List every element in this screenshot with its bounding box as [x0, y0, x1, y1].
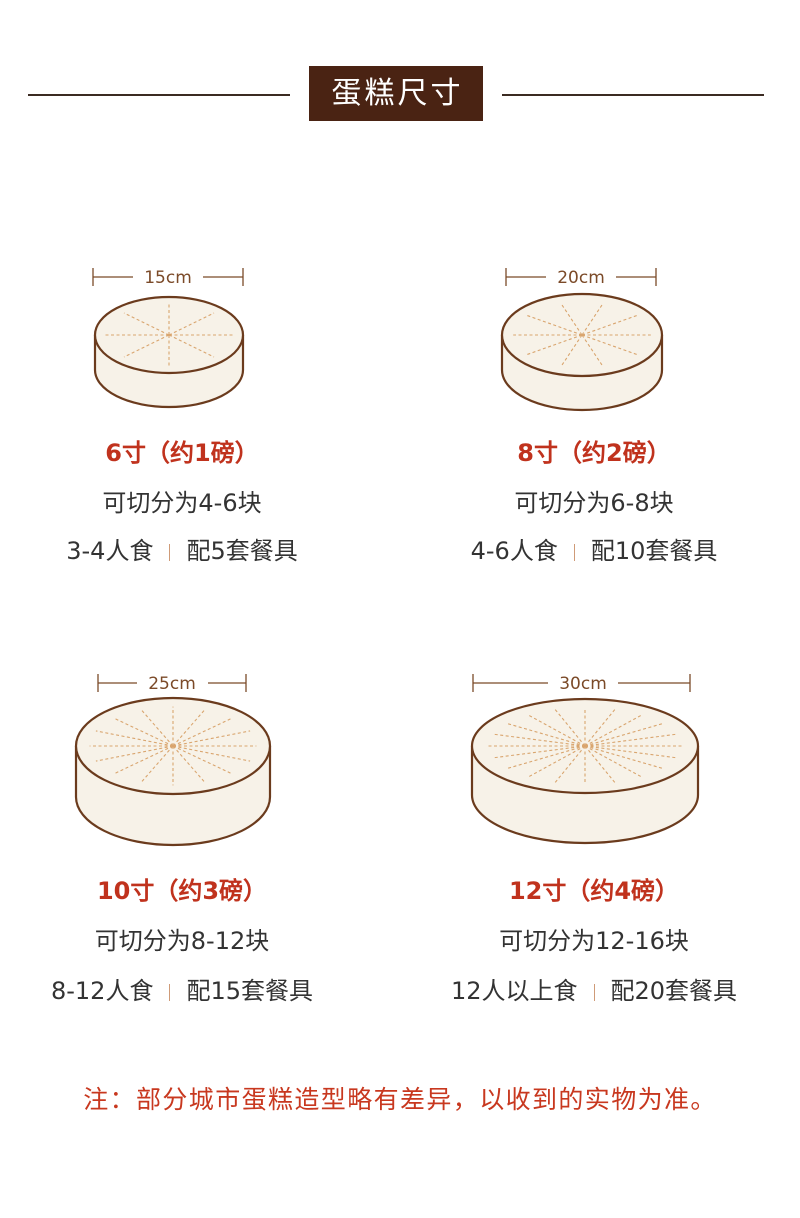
- diameter-dimension: 20cm: [505, 268, 657, 288]
- header-rule-right: [502, 94, 764, 96]
- disclaimer-note: 注：部分城市蛋糕造型略有差异，以收到的实物为准。: [83, 1085, 717, 1114]
- cake-size-label: 10寸（约3磅）: [96, 877, 268, 905]
- cake-servings: 4-6人食: [470, 537, 558, 565]
- diameter-dimension: 15cm: [92, 268, 244, 288]
- cake-servings: 8-12人食: [50, 977, 154, 1005]
- cake-diagram-8inch: 20cm: [500, 268, 664, 412]
- cake-portions: 可切分为8-12块: [94, 927, 270, 955]
- cake-cutlery: 配20套餐具: [610, 977, 738, 1005]
- diameter-label: 20cm: [557, 268, 605, 288]
- cake-size-label: 6寸（约1磅）: [105, 439, 259, 467]
- diameter-dimension: 25cm: [97, 674, 247, 694]
- cake-portions: 可切分为4-6块: [102, 489, 262, 517]
- separator: [169, 544, 171, 561]
- section-title: 蛋糕尺寸: [331, 76, 464, 111]
- cake-cutlery: 配15套餐具: [186, 977, 313, 1005]
- diameter-label: 30cm: [559, 674, 607, 694]
- header-rule-left: [28, 94, 290, 96]
- diameter-label: 15cm: [144, 268, 192, 288]
- cake-cutlery: 配5套餐具: [186, 537, 298, 565]
- separator: [593, 984, 595, 1001]
- diameter-dimension: 30cm: [472, 674, 691, 694]
- cake-size-label: 8寸（约2磅）: [517, 439, 671, 467]
- cake-servings-row: 8-12人食 配15套餐具: [0, 976, 364, 1006]
- separator: [169, 984, 171, 1001]
- separator: [573, 544, 575, 561]
- cake-portions: 可切分为12-16块: [499, 927, 689, 955]
- cake-servings-row: 3-4人食 配5套餐具: [0, 536, 364, 566]
- cake-size-label: 12寸（约4磅）: [508, 877, 680, 905]
- cake-diagram-10inch: 25cm: [74, 674, 272, 847]
- cake-cutlery: 配10套餐具: [590, 537, 718, 565]
- diameter-label: 25cm: [148, 674, 196, 694]
- cake-servings-row: 4-6人食 配10套餐具: [412, 536, 776, 566]
- cake-servings: 12人以上食: [450, 977, 578, 1005]
- cake-diagram-6inch: 15cm: [92, 268, 245, 409]
- cake-portions: 可切分为6-8块: [514, 489, 674, 517]
- cake-servings-row: 12人以上食 配20套餐具: [412, 976, 776, 1006]
- cake-diagram-12inch: 30cm: [470, 674, 700, 845]
- cake-servings: 3-4人食: [66, 537, 154, 565]
- section-title-box: 蛋糕尺寸: [309, 66, 483, 121]
